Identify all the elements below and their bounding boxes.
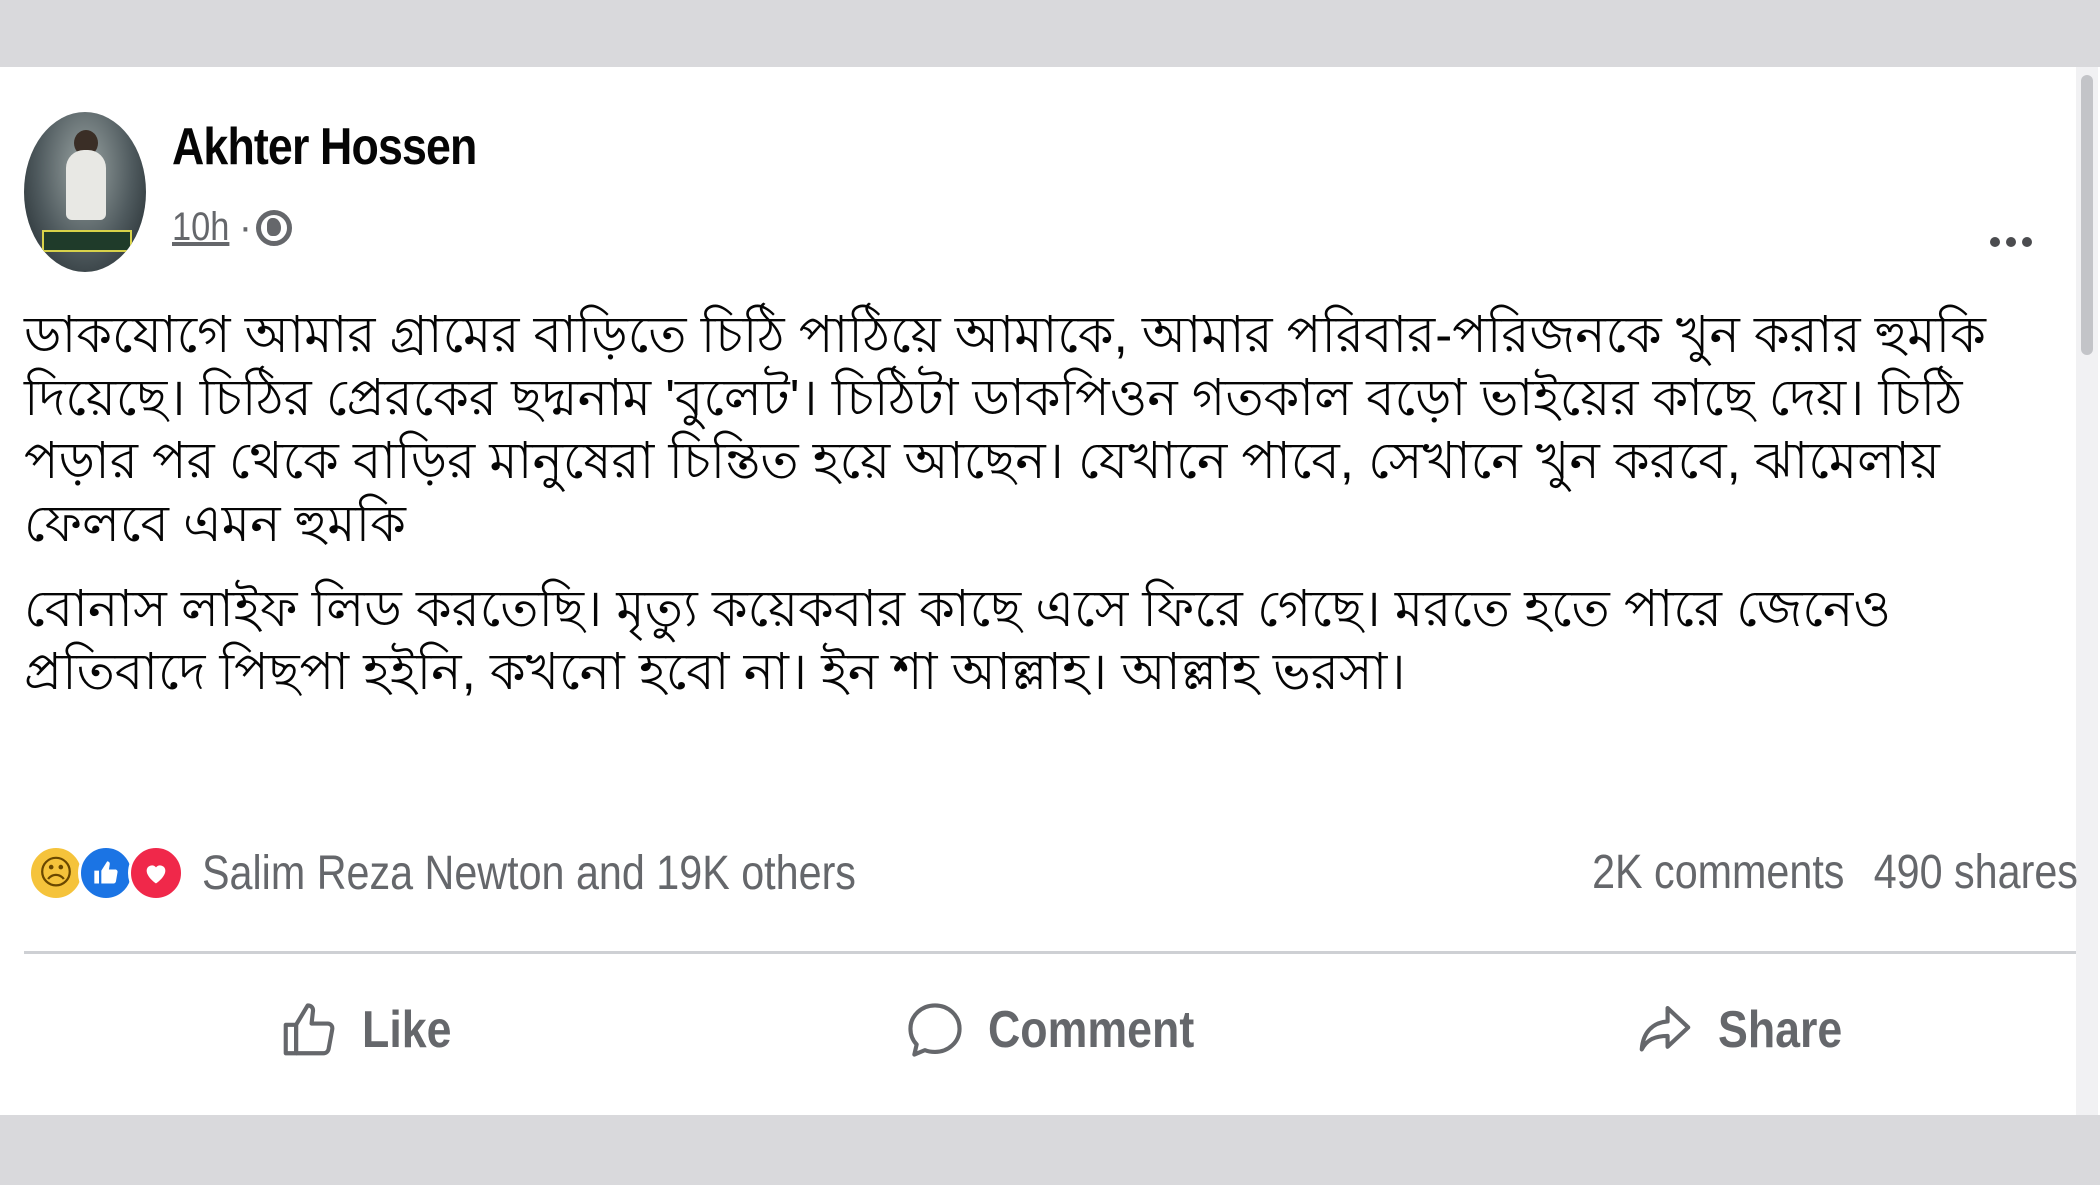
reaction-summary[interactable]: ☹ Salim Reza Newton and 19K others — [28, 845, 962, 901]
post-paragraph-1: ডাকযোগে আমার গ্রামের বাড়িতে চিঠি পাঠিয়… — [24, 306, 1986, 552]
divider — [24, 951, 2076, 954]
comment-label: Comment — [988, 1001, 1195, 1059]
share-icon — [1639, 1005, 1691, 1052]
post-card: Akhter Hossen 10h · ডাকযোগে আমার গ্রামের… — [0, 67, 2100, 1115]
reaction-count[interactable]: Salim Reza Newton and 19K others — [202, 846, 856, 901]
avatar[interactable] — [24, 112, 146, 272]
post-time[interactable]: 10h — [172, 205, 229, 250]
author-name[interactable]: Akhter Hossen — [172, 117, 477, 177]
thumbs-up-icon — [283, 1003, 335, 1056]
share-button[interactable]: Share — [1634, 999, 1863, 1061]
post-meta: 10h · — [172, 205, 293, 250]
post-body: ডাকযোগে আমার গ্রামের বাড়িতে চিঠি পাঠিয়… — [24, 303, 2054, 725]
post-paragraph-2: বোনাস লাইফ লিড করতেছি। মৃত্যু কয়েকবার ক… — [24, 580, 1891, 700]
love-reaction-icon — [128, 845, 184, 901]
share-label: Share — [1718, 1001, 1843, 1059]
avatar-figure — [66, 150, 106, 220]
like-reaction-icon — [78, 845, 134, 901]
post-stats: 2K comments 490 shares — [1592, 845, 2078, 900]
avatar-banner — [42, 230, 132, 252]
sad-reaction-icon: ☹ — [28, 845, 84, 901]
like-button[interactable]: Like — [278, 999, 466, 1061]
shares-count[interactable]: 490 shares — [1874, 845, 2078, 900]
comments-count[interactable]: 2K comments — [1592, 845, 1844, 900]
meta-separator: · — [238, 205, 253, 249]
comment-button[interactable]: Comment — [904, 999, 1228, 1061]
scrollbar[interactable] — [2076, 67, 2098, 1115]
scrollbar-thumb[interactable] — [2081, 75, 2093, 355]
like-label: Like — [362, 1001, 452, 1059]
globe-icon[interactable] — [256, 209, 293, 246]
more-options-icon[interactable] — [1990, 237, 2032, 247]
comment-icon — [908, 1003, 962, 1057]
